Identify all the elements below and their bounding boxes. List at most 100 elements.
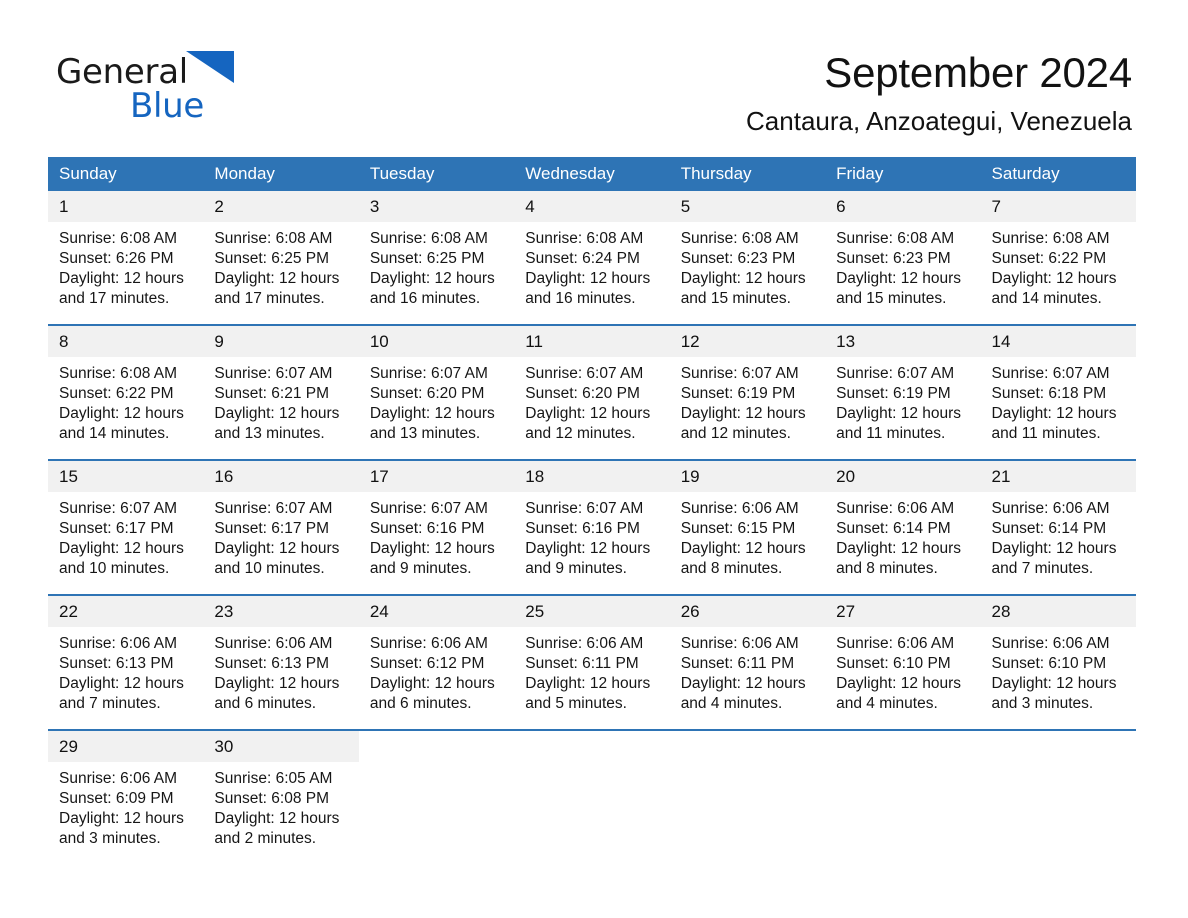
day-info: Sunrise: 6:06 AM Sunset: 6:10 PM Daylight:… (981, 627, 1136, 714)
sunset-text: Sunset: 6:21 PM (214, 385, 330, 402)
calendar-day-cell[interactable]: 1 Sunrise: 6:08 AM Sunset: 6:26 PM Daylight… (48, 191, 204, 325)
calendar-day-cell[interactable]: 27 Sunrise: 6:06 AM Sunset: 6:10 PM Dayligh… (825, 594, 981, 730)
daylight-text-line1: Daylight: 12 hours (680, 540, 806, 557)
calendar-day-cell[interactable]: 23 Sunrise: 6:06 AM Sunset: 6:13 PM Dayligh… (203, 594, 359, 730)
calendar-day-cell[interactable]: 29 Sunrise: 6:06 AM Sunset: 6:09 PM Dayligh… (48, 729, 204, 864)
day-number: 22 (48, 596, 204, 627)
calendar-day-cell[interactable]: 20 Sunrise: 6:06 AM Sunset: 6:14 PM Dayligh… (825, 459, 981, 595)
daylight-text-line2: and 3 minutes. (991, 695, 1094, 712)
day-info: Sunrise: 6:06 AM Sunset: 6:12 PM Daylight:… (359, 627, 514, 714)
daylight-text-line1: Daylight: 12 hours (680, 675, 806, 692)
day-number: 17 (358, 461, 515, 492)
daylight-text-line2: and 9 minutes. (369, 560, 472, 577)
calendar-week-row: 8 Sunrise: 6:08 AM Sunset: 6:22 PM Daylight… (48, 324, 1136, 460)
calendar-day-cell[interactable]: 22 Sunrise: 6:06 AM Sunset: 6:13 PM Dayligh… (48, 594, 204, 730)
daylight-text-line1: Daylight: 12 hours (59, 405, 184, 422)
daylight-text-line2: and 13 minutes. (214, 425, 325, 442)
sunset-text: Sunset: 6:19 PM (680, 385, 796, 402)
sunrise-text: Sunrise: 6:06 AM (680, 635, 799, 652)
sunset-text: Sunset: 6:19 PM (836, 385, 951, 402)
calendar-day-cell[interactable]: 14 Sunrise: 6:07 AM Sunset: 6:18 PM Dayligh… (980, 324, 1136, 460)
sunset-text: Sunset: 6:16 PM (525, 520, 640, 537)
page-subtitle: Cantaura, Anzoategui, Venezuela (746, 106, 1132, 136)
calendar-day-cell[interactable]: 6 Sunrise: 6:08 AM Sunset: 6:23 PM Daylight… (825, 191, 981, 325)
day-number: 13 (825, 326, 981, 357)
calendar-cell-empty (358, 729, 515, 864)
sunset-text: Sunset: 6:23 PM (836, 250, 951, 267)
calendar-day-cell[interactable]: 25 Sunrise: 6:06 AM Sunset: 6:11 PM Dayligh… (514, 594, 670, 730)
page-title: September 2024 (824, 49, 1132, 96)
brand-logo[interactable]: General Blue (56, 50, 386, 126)
sunset-text: Sunset: 6:24 PM (525, 250, 640, 267)
calendar-week-row: 22 Sunrise: 6:06 AM Sunset: 6:13 PM Dayligh… (48, 594, 1136, 730)
day-number: 6 (825, 191, 981, 222)
daylight-text-line2: and 2 minutes. (214, 830, 317, 847)
day-number: 26 (669, 596, 826, 627)
day-number: 8 (48, 326, 204, 357)
calendar-day-cell[interactable]: 19 Sunrise: 6:06 AM Sunset: 6:15 PM Dayligh… (669, 459, 826, 595)
calendar-day-cell[interactable]: 15 Sunrise: 6:07 AM Sunset: 6:17 PM Dayligh… (48, 459, 204, 595)
calendar-day-cell[interactable]: 13 Sunrise: 6:07 AM Sunset: 6:19 PM Dayligh… (825, 324, 981, 460)
calendar-day-cell[interactable]: 9 Sunrise: 6:07 AM Sunset: 6:21 PM Daylight… (203, 324, 359, 460)
calendar-day-cell[interactable]: 28 Sunrise: 6:06 AM Sunset: 6:10 PM Dayligh… (980, 594, 1136, 730)
sunrise-text: Sunrise: 6:06 AM (214, 635, 333, 652)
weekday-header-saturday: Saturday (980, 157, 1136, 191)
calendar-day-cell[interactable]: 12 Sunrise: 6:07 AM Sunset: 6:19 PM Dayligh… (669, 324, 826, 460)
sunrise-text: Sunrise: 6:06 AM (525, 635, 644, 652)
daylight-text-line2: and 17 minutes. (59, 290, 170, 307)
calendar-day-cell[interactable]: 30 Sunrise: 6:05 AM Sunset: 6:08 PM Dayligh… (203, 729, 359, 864)
calendar-day-cell[interactable]: 21 Sunrise: 6:06 AM Sunset: 6:14 PM Dayligh… (980, 459, 1136, 595)
calendar-day-cell[interactable]: 16 Sunrise: 6:07 AM Sunset: 6:17 PM Dayligh… (203, 459, 359, 595)
calendar-day-cell[interactable]: 8 Sunrise: 6:08 AM Sunset: 6:22 PM Daylight… (48, 324, 204, 460)
daylight-text-line1: Daylight: 12 hours (214, 540, 340, 557)
day-info: Sunrise: 6:08 AM Sunset: 6:25 PM Daylight:… (203, 222, 358, 309)
calendar-day-cell[interactable]: 26 Sunrise: 6:06 AM Sunset: 6:11 PM Dayligh… (669, 594, 826, 730)
calendar-day-cell[interactable]: 18 Sunrise: 6:07 AM Sunset: 6:16 PM Dayligh… (514, 459, 670, 595)
calendar-day-cell[interactable]: 7 Sunrise: 6:08 AM Sunset: 6:22 PM Daylight… (980, 191, 1136, 325)
daylight-text-line1: Daylight: 12 hours (991, 270, 1117, 287)
day-info: Sunrise: 6:06 AM Sunset: 6:10 PM Daylight:… (825, 627, 980, 714)
daylight-text-line1: Daylight: 12 hours (369, 270, 495, 287)
day-info: Sunrise: 6:06 AM Sunset: 6:09 PM Daylight:… (48, 762, 203, 849)
sunrise-text: Sunrise: 6:08 AM (59, 365, 178, 382)
day-info: Sunrise: 6:06 AM Sunset: 6:13 PM Daylight:… (203, 627, 358, 714)
sunrise-text: Sunrise: 6:07 AM (369, 500, 488, 517)
sunrise-text: Sunrise: 6:05 AM (214, 770, 333, 787)
calendar-day-cell[interactable]: 3 Sunrise: 6:08 AM Sunset: 6:25 PM Daylight… (358, 191, 515, 325)
day-number: 9 (203, 326, 359, 357)
sunrise-text: Sunrise: 6:08 AM (59, 230, 178, 247)
day-info: Sunrise: 6:07 AM Sunset: 6:17 PM Daylight:… (48, 492, 203, 579)
brand-wordmark-top: General (56, 50, 386, 92)
day-info: Sunrise: 6:06 AM Sunset: 6:11 PM Daylight:… (514, 627, 669, 714)
daylight-text-line2: and 4 minutes. (680, 695, 783, 712)
sunrise-text: Sunrise: 6:07 AM (214, 500, 333, 517)
calendar-day-cell[interactable]: 5 Sunrise: 6:08 AM Sunset: 6:23 PM Daylight… (669, 191, 826, 325)
calendar-cell-empty (825, 729, 981, 864)
daylight-text-line2: and 7 minutes. (59, 695, 161, 712)
calendar-day-cell[interactable]: 11 Sunrise: 6:07 AM Sunset: 6:20 PM Dayligh… (514, 324, 670, 460)
sunset-text: Sunset: 6:20 PM (369, 385, 485, 402)
daylight-text-line1: Daylight: 12 hours (214, 405, 340, 422)
weekday-header-tuesday: Tuesday (358, 157, 515, 191)
sunrise-text: Sunrise: 6:06 AM (991, 500, 1110, 517)
calendar-day-cell[interactable]: 24 Sunrise: 6:06 AM Sunset: 6:12 PM Dayligh… (358, 594, 515, 730)
daylight-text-line1: Daylight: 12 hours (369, 405, 495, 422)
sunset-text: Sunset: 6:17 PM (59, 520, 174, 537)
day-number: 29 (48, 731, 204, 762)
sunset-text: Sunset: 6:11 PM (680, 655, 795, 672)
calendar-day-cell[interactable]: 2 Sunrise: 6:08 AM Sunset: 6:25 PM Daylight… (203, 191, 359, 325)
daylight-text-line1: Daylight: 12 hours (836, 540, 962, 557)
sunset-text: Sunset: 6:15 PM (680, 520, 796, 537)
day-info: Sunrise: 6:08 AM Sunset: 6:22 PM Daylight:… (981, 222, 1136, 309)
daylight-text-line2: and 3 minutes. (59, 830, 161, 847)
day-number (825, 731, 980, 762)
calendar-day-cell[interactable]: 17 Sunrise: 6:07 AM Sunset: 6:16 PM Dayligh… (358, 459, 515, 595)
calendar-day-cell[interactable]: 4 Sunrise: 6:08 AM Sunset: 6:24 PM Daylight… (514, 191, 670, 325)
day-info: Sunrise: 6:08 AM Sunset: 6:25 PM Daylight:… (359, 222, 514, 309)
sunrise-text: Sunrise: 6:07 AM (836, 365, 955, 382)
day-info: Sunrise: 6:07 AM Sunset: 6:16 PM Daylight:… (359, 492, 514, 579)
calendar-day-cell[interactable]: 10 Sunrise: 6:07 AM Sunset: 6:20 PM Dayligh… (358, 324, 515, 460)
sunrise-text: Sunrise: 6:08 AM (525, 230, 644, 247)
daylight-text-line2: and 8 minutes. (836, 560, 938, 577)
sunrise-text: Sunrise: 6:07 AM (59, 500, 178, 517)
